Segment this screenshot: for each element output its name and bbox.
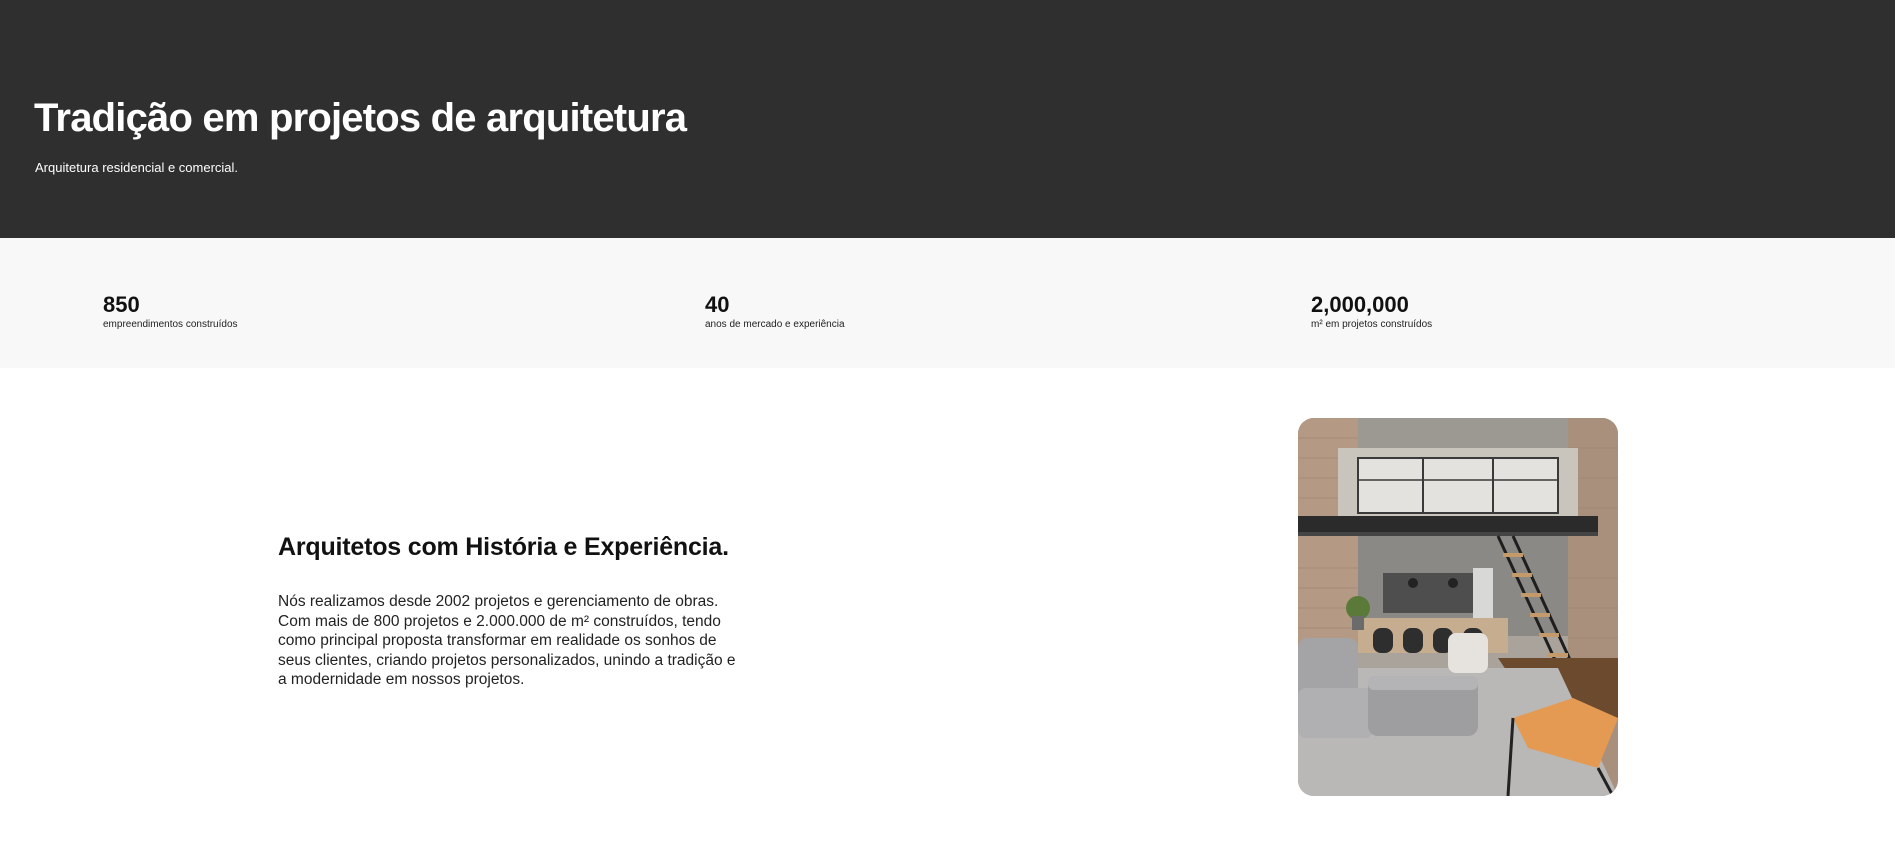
stats-bar: 850 empreendimentos construídos 40 anos … <box>0 238 1895 368</box>
stat-years-experience: 40 anos de mercado e experiência <box>705 292 845 331</box>
stat-label: empreendimentos construídos <box>103 319 238 330</box>
stat-label: m² em projetos construídos <box>1311 319 1433 330</box>
stat-projects-built: 850 empreendimentos construídos <box>103 292 238 331</box>
hero-subtitle: Arquitetura residencial e comercial. <box>35 160 239 175</box>
hero-title: Tradição em projetos de arquitetura <box>34 96 687 140</box>
stat-square-meters: 2,000,000 m² em projetos construídos <box>1311 292 1432 331</box>
about-text: Nós realizamos desde 2002 projetos e ger… <box>278 593 736 688</box>
stat-value: 40 <box>705 292 730 317</box>
hero-banner: Tradição em projetos de arquitetura Arqu… <box>0 0 1895 238</box>
stat-value: 2,000,000 <box>1311 292 1409 317</box>
stat-value: 850 <box>103 292 140 317</box>
interior-loft-photo <box>1298 418 1618 796</box>
about-title: Arquitetos com História e Experiência. <box>278 533 729 561</box>
stat-label: anos de mercado e experiência <box>705 319 845 330</box>
